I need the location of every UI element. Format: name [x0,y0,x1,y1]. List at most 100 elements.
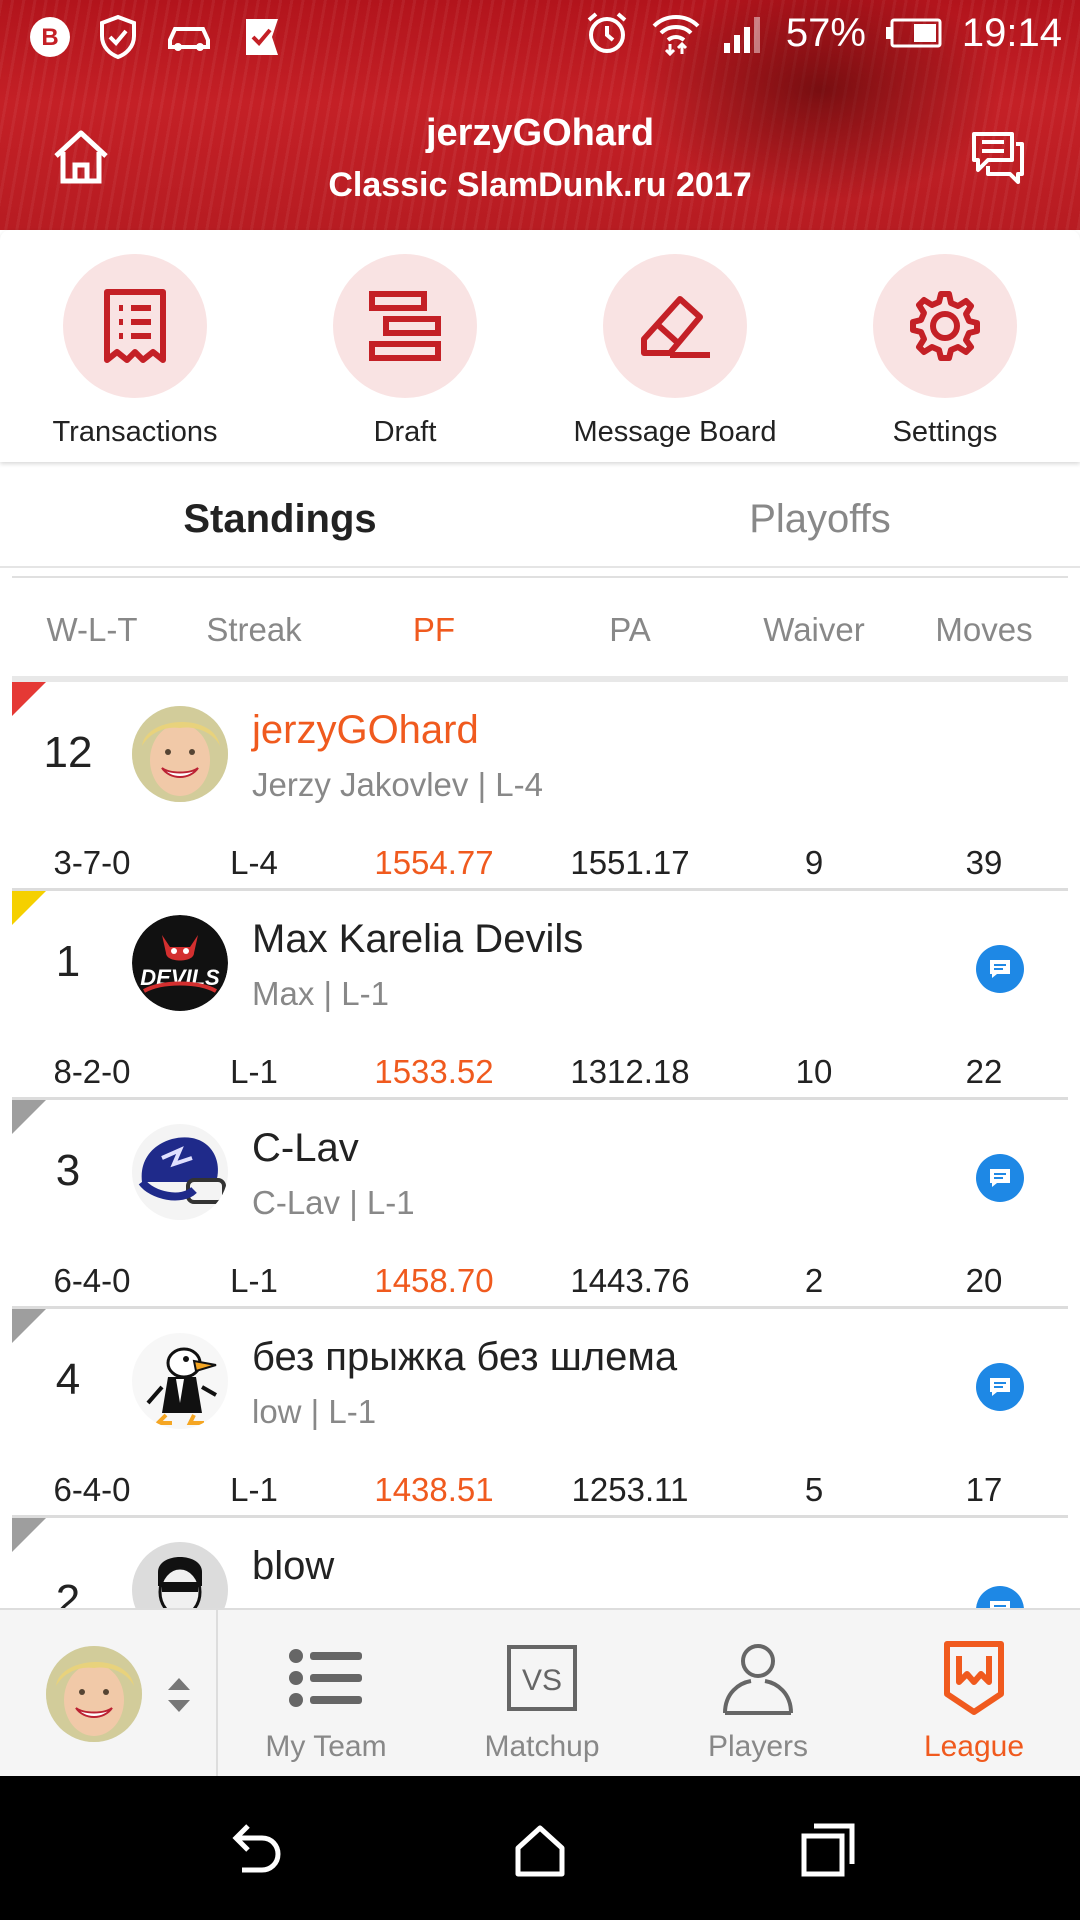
avatar[interactable]: DEVILS [132,915,228,1011]
tab-playoffs[interactable]: Playoffs [550,470,1080,568]
team-name[interactable]: jerzyGOhard [252,708,479,753]
system-navigation-bar [0,1776,1080,1920]
standings-row[interactable]: 3 C-Lav C-Lav | L-1 6-4-0 L-1 1458.70 14… [12,1100,1068,1309]
nav-matchup[interactable]: VS Matchup [434,1628,650,1764]
battery-percent: 57% [785,10,866,55]
team-name[interactable]: C-Lav [252,1126,359,1171]
stat-pf: 1438.51 [374,1471,494,1508]
stat-moves: 22 [965,1053,1003,1090]
alarm-icon [584,10,630,56]
nav-label: My Team [265,1730,387,1763]
chat-icon [990,1378,1010,1396]
team-owner: C-Lav | L-1 [252,1184,415,1221]
column-header-wlt[interactable]: W-L-T [32,580,152,680]
league-actions: Transactions Draft Message Board Setting… [0,230,1080,462]
rank-flag [12,1518,46,1552]
action-label: Transactions [52,416,218,448]
nav-my-team[interactable]: My Team [218,1628,434,1764]
car-icon [164,20,214,54]
divider [12,576,1068,578]
team-name[interactable]: Max Karelia Devils [252,917,583,962]
stat-pf: 1458.70 [374,1262,494,1299]
task-check-icon [240,15,284,59]
chat-button[interactable] [976,1586,1024,1608]
settings-action[interactable]: Settings [810,254,1080,449]
header-team-name: jerzyGOhard [425,112,655,154]
column-header-row: W-L-T Streak PF PA Waiver Moves [0,580,1080,680]
chat-icon [990,1601,1010,1608]
avatar[interactable] [132,1124,228,1220]
b-badge-icon: B [28,15,72,59]
stat-pf: 1554.77 [374,844,494,881]
stat-streak: L-1 [230,1471,278,1508]
bottom-navigation: My Team VS Matchup Players League [0,1608,1080,1778]
nav-players[interactable]: Players [650,1628,866,1764]
chat-icon [990,960,1010,978]
team-switcher-toggle[interactable] [164,1670,194,1720]
stat-waiver: 9 [804,844,824,881]
nav-label: Matchup [484,1730,600,1763]
nav-label: League [923,1730,1025,1763]
back-icon [232,1824,281,1873]
stat-streak: L-1 [230,1262,278,1299]
stat-wlt: 3-7-0 [53,844,131,881]
team-owner: Max | L-1 [252,975,389,1012]
chat-bubbles-icon [972,132,1024,184]
up-down-arrows-icon [168,1678,190,1712]
system-home-button[interactable] [510,1820,570,1880]
column-header-waiver[interactable]: Waiver [754,580,874,680]
column-header-streak[interactable]: Streak [194,580,314,680]
clock: 19:14 [961,10,1062,55]
column-header-pa[interactable]: PA [570,580,690,680]
team-name[interactable]: blow [252,1544,334,1589]
standings-table: W-L-T Streak PF PA Waiver Moves 12 jerzy… [0,568,1080,1608]
stat-moves: 39 [965,844,1003,881]
vs-icon: VS [507,1645,577,1711]
signal-icon [722,13,766,53]
standings-row[interactable]: 12 jerzyGOhard Jerzy Jakovlev | L-4 3-7-… [12,682,1068,891]
team-rank: 12 [43,728,93,777]
stat-wlt: 8-2-0 [53,1053,131,1090]
shield-check-icon [98,14,138,60]
recents-icon [801,1823,855,1877]
column-header-moves[interactable]: Moves [924,580,1044,680]
chat-button[interactable] [976,1363,1024,1411]
gear-icon [910,291,980,361]
rank-flag [12,891,46,925]
avatar[interactable] [132,706,228,802]
messages-button[interactable] [970,130,1026,184]
avatar[interactable] [132,1542,228,1608]
team-name[interactable]: без прыжка без шлема [252,1335,677,1380]
rank-flag [12,1100,46,1134]
column-header-pf[interactable]: PF [374,580,494,680]
team-switcher-avatar[interactable] [46,1646,142,1742]
league-header: B 57% 19:14 jerzyGOhard Classic SlamDunk… [0,0,1080,230]
stat-waiver: 5 [804,1471,824,1508]
stat-wlt: 6-4-0 [53,1262,131,1299]
message-board-action[interactable]: Message Board [540,254,810,449]
standings-row[interactable]: 4 без прыжка без шлема low | L-1 6-4-0 L… [12,1309,1068,1518]
transactions-action[interactable]: Transactions [0,254,270,449]
tab-standings[interactable]: Standings [10,470,550,568]
stat-pa: 1551.17 [570,844,690,881]
back-button[interactable] [224,1820,284,1880]
avatar[interactable] [132,1333,228,1429]
home-outline-icon [515,1825,565,1877]
person-icon [723,1644,793,1715]
draft-action[interactable]: Draft [270,254,540,449]
svg-text:VS: VS [522,1664,562,1697]
nav-league[interactable]: League [866,1628,1080,1764]
league-badge-icon [944,1641,1004,1715]
recents-button[interactable] [798,1820,858,1880]
standings-tabs: Standings Playoffs [0,470,1080,568]
stat-waiver: 10 [795,1053,833,1090]
chat-button[interactable] [976,945,1024,993]
draft-board-icon [369,291,441,361]
standings-row[interactable]: 2 blow [12,1518,1068,1608]
stat-moves: 17 [965,1471,1003,1508]
action-label: Draft [373,416,437,448]
nav-label: Players [707,1730,809,1763]
standings-row[interactable]: 1 DEVILS Max Karelia Devils Max | L-1 8-… [12,891,1068,1100]
chat-button[interactable] [976,1154,1024,1202]
stat-wlt: 6-4-0 [53,1471,131,1508]
